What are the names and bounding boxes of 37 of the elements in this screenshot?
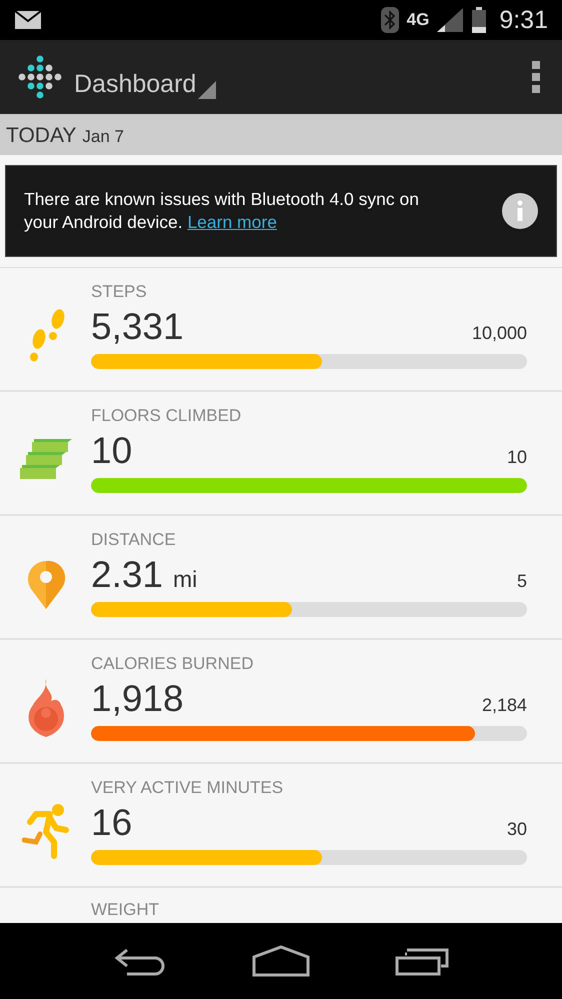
metric-unit: mi	[173, 566, 198, 593]
map-pin-icon	[26, 559, 64, 609]
metric-value: 16	[91, 802, 132, 844]
date-label: Jan 7	[82, 127, 124, 147]
metric-label: FLOORS CLIMBED	[91, 406, 242, 426]
caret-icon	[198, 81, 216, 99]
metric-value: 5,331	[91, 306, 184, 348]
metric-value: 10	[91, 430, 132, 472]
metric-goal: 10	[506, 447, 527, 468]
metric-label: WEIGHT	[91, 900, 160, 920]
clock: 9:31	[499, 6, 548, 34]
learn-more-link[interactable]: Learn more	[187, 212, 277, 232]
metric-label: DISTANCE	[91, 530, 177, 550]
home-icon[interactable]	[252, 945, 310, 977]
metric-value: 2.31	[91, 554, 164, 596]
view-dropdown[interactable]: Dashboard	[74, 55, 216, 99]
notice-text: There are known issues with Bluetooth 4.0 sync on your Android device. Learn more	[24, 188, 420, 234]
info-icon[interactable]	[502, 193, 538, 229]
metric-goal: 30	[506, 819, 527, 840]
network-type: 4G	[406, 10, 430, 30]
metric-goal: 10,000	[472, 323, 527, 344]
metric-goal: 5	[516, 571, 527, 592]
back-icon[interactable]	[112, 946, 167, 976]
logo-icon	[18, 55, 62, 99]
metric-goal: 2,184	[482, 695, 527, 716]
battery-icon	[471, 7, 488, 33]
metric-label: STEPS	[91, 282, 148, 302]
recents-icon[interactable]	[395, 946, 450, 976]
mail-icon	[14, 10, 42, 30]
metric-value: 1,918	[91, 678, 184, 720]
day-label: TODAY	[6, 124, 76, 148]
runner-icon	[22, 804, 70, 860]
metric-label: CALORIES BURNED	[91, 654, 254, 674]
stairs-icon	[20, 439, 72, 481]
signal-icon	[437, 8, 464, 32]
metric-label: VERY ACTIVE MINUTES	[91, 778, 284, 798]
bluetooth-icon	[380, 7, 399, 33]
